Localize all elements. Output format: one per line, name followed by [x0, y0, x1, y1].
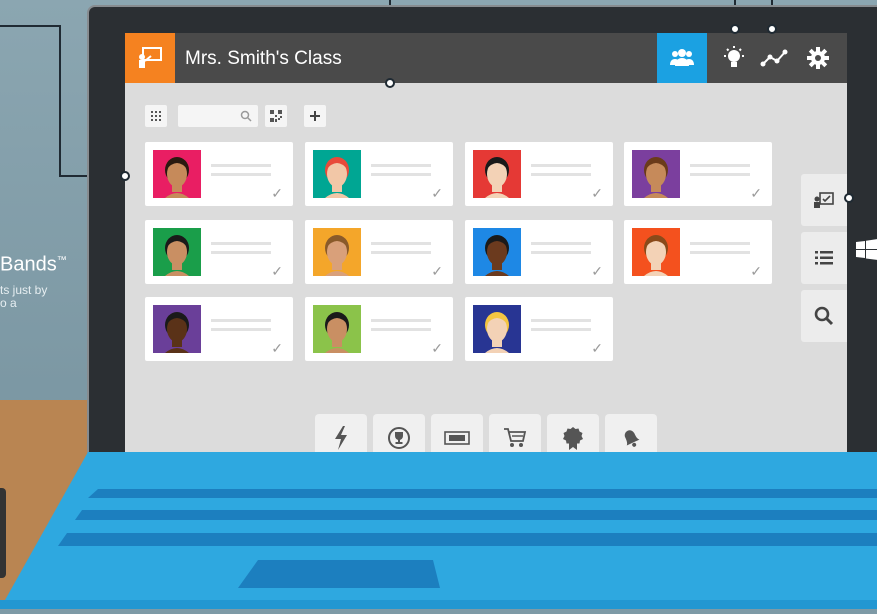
app-topbar: Mrs. Smith's Class	[125, 33, 847, 83]
student-avatar	[313, 228, 361, 276]
check-icon[interactable]: ✓	[271, 341, 283, 355]
gear-icon	[807, 47, 829, 69]
check-icon[interactable]: ✓	[750, 186, 762, 200]
grid-icon	[151, 111, 161, 121]
promo-subtitle: ts just by o a	[0, 282, 48, 310]
attendance-icon	[814, 192, 834, 208]
name-placeholder-line	[371, 319, 431, 322]
list-view-button[interactable]	[801, 232, 847, 284]
student-card[interactable]: ✓	[145, 142, 293, 206]
detail-placeholder-line	[531, 251, 591, 254]
name-placeholder-line	[531, 319, 591, 322]
name-placeholder-line	[211, 164, 271, 167]
promo-text: Bands™ ts just by o a	[0, 251, 67, 310]
add-student-button[interactable]	[304, 105, 326, 127]
student-avatar	[153, 228, 201, 276]
graph-icon	[760, 49, 788, 67]
students-icon	[670, 49, 694, 66]
detail-placeholder-line	[531, 328, 591, 331]
qr-code-button[interactable]	[265, 105, 287, 127]
promo-title: Bands	[0, 253, 57, 276]
search-icon	[814, 306, 834, 326]
student-avatar	[473, 305, 521, 353]
detail-placeholder-line	[371, 251, 431, 254]
student-card[interactable]: ✓	[145, 220, 293, 284]
detail-placeholder-line	[690, 173, 750, 176]
check-icon[interactable]: ✓	[591, 186, 603, 200]
reports-button[interactable]	[749, 33, 799, 83]
keyboard-cover	[0, 440, 877, 609]
name-placeholder-line	[371, 242, 431, 245]
app-screen: Mrs. Smith's Class ✓ ✓ ✓ ✓ ✓ ✓ ✓ ✓ ✓ ✓ ✓	[125, 33, 847, 461]
callout-dot	[767, 24, 777, 34]
student-card[interactable]: ✓	[624, 142, 772, 206]
student-card[interactable]: ✓	[145, 297, 293, 361]
detail-placeholder-line	[690, 251, 750, 254]
student-avatar	[313, 305, 361, 353]
check-icon[interactable]: ✓	[271, 186, 283, 200]
callout-line	[59, 25, 61, 177]
detail-placeholder-line	[211, 173, 271, 176]
check-icon[interactable]: ✓	[750, 264, 762, 278]
name-placeholder-line	[531, 242, 591, 245]
student-card[interactable]: ✓	[624, 220, 772, 284]
student-card[interactable]: ✓	[305, 220, 453, 284]
student-avatar	[153, 305, 201, 353]
search-button[interactable]	[801, 290, 847, 342]
student-card[interactable]: ✓	[465, 142, 613, 206]
name-placeholder-line	[211, 319, 271, 322]
detail-placeholder-line	[211, 251, 271, 254]
detail-placeholder-line	[211, 328, 271, 331]
name-placeholder-line	[690, 164, 750, 167]
student-avatar	[313, 150, 361, 198]
callout-dot	[844, 193, 854, 203]
callout-dot	[385, 78, 395, 88]
search-icon	[240, 110, 252, 122]
grid-view-button[interactable]	[145, 105, 167, 127]
check-icon[interactable]: ✓	[591, 264, 603, 278]
check-icon[interactable]: ✓	[271, 264, 283, 278]
check-icon[interactable]: ✓	[431, 264, 443, 278]
name-placeholder-line	[371, 164, 431, 167]
callout-dot	[730, 24, 740, 34]
list-icon	[815, 251, 833, 265]
plus-icon	[310, 111, 320, 121]
name-placeholder-line	[690, 242, 750, 245]
lightbulb-icon	[724, 46, 744, 67]
search-input[interactable]	[178, 105, 258, 127]
student-card[interactable]: ✓	[465, 220, 613, 284]
student-card[interactable]: ✓	[305, 142, 453, 206]
detail-placeholder-line	[531, 173, 591, 176]
windows-logo	[856, 239, 877, 261]
class-board-icon[interactable]	[125, 33, 175, 83]
detail-placeholder-line	[371, 173, 431, 176]
callout-line	[0, 25, 60, 27]
check-icon[interactable]: ✓	[591, 341, 603, 355]
name-placeholder-line	[211, 242, 271, 245]
student-avatar	[153, 150, 201, 198]
callout-dot	[120, 171, 130, 181]
name-placeholder-line	[531, 164, 591, 167]
student-avatar	[473, 150, 521, 198]
qr-code-icon	[270, 110, 282, 122]
class-title: Mrs. Smith's Class	[185, 48, 342, 69]
trademark-mark: ™	[56, 255, 67, 266]
student-avatar	[632, 228, 680, 276]
settings-button[interactable]	[793, 33, 843, 83]
attendance-button[interactable]	[801, 174, 847, 226]
student-card[interactable]: ✓	[305, 297, 453, 361]
check-icon[interactable]: ✓	[431, 341, 443, 355]
detail-placeholder-line	[371, 328, 431, 331]
students-button[interactable]	[657, 33, 707, 83]
student-avatar	[473, 228, 521, 276]
student-avatar	[632, 150, 680, 198]
check-icon[interactable]: ✓	[431, 186, 443, 200]
student-card[interactable]: ✓	[465, 297, 613, 361]
